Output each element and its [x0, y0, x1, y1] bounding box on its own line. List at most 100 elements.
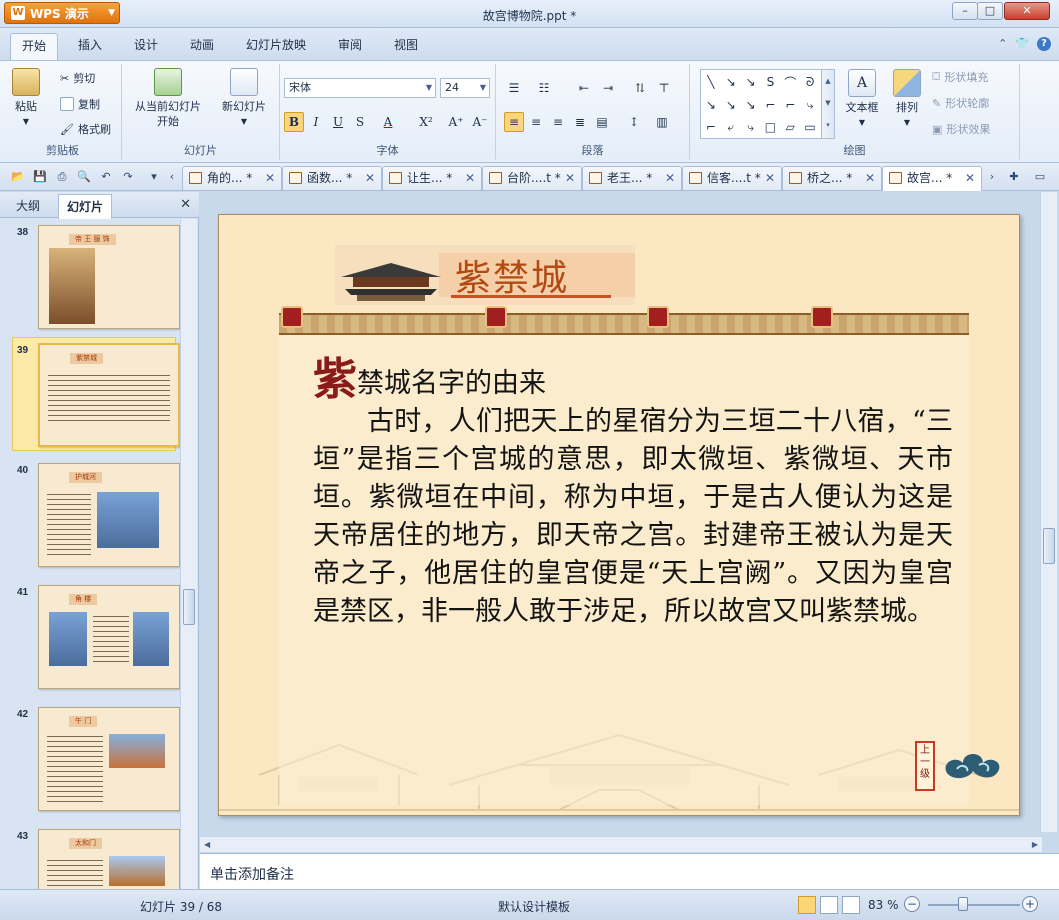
- zoom-slider-track[interactable]: [928, 904, 1020, 906]
- tab-scroll-right-icon[interactable]: ›: [984, 169, 1000, 185]
- format-painter-button[interactable]: 🖌 格式刷: [60, 121, 111, 137]
- minimize-button[interactable]: –: [952, 2, 978, 20]
- skin-icon[interactable]: 👕: [1015, 37, 1029, 51]
- distribute-icon[interactable]: ▤: [592, 112, 612, 132]
- align-text-icon[interactable]: ⊤: [654, 78, 674, 98]
- collapse-ribbon-icon[interactable]: ⌃: [998, 37, 1007, 51]
- shape-double-arrow-icon[interactable]: ↘: [746, 75, 756, 89]
- slideshow-view-icon[interactable]: [842, 896, 860, 914]
- doc-tab[interactable]: 角的... * ✕: [182, 166, 282, 190]
- doc-tab[interactable]: 台阶....t * ✕: [482, 166, 582, 190]
- font-color-button[interactable]: A: [378, 112, 398, 132]
- shape-gallery[interactable]: ╲ ↘ ↘ S ⌒ ᘐ ↘ ↘ ↘ ⌐ ⌐ ⤷ ⌐ ⤶ ⤷ □ ▱ ▭ ▲ ▼ ▾: [700, 69, 835, 139]
- zoom-in-icon[interactable]: +: [1022, 896, 1038, 912]
- tab-slides[interactable]: 幻灯片: [58, 194, 113, 219]
- copy-button[interactable]: 复制: [60, 96, 100, 112]
- tab-home[interactable]: 开始: [10, 33, 59, 60]
- shape-curved-arrow-icon[interactable]: ⤶: [727, 120, 734, 135]
- shape-rectangle-icon[interactable]: □: [765, 120, 776, 134]
- close-icon[interactable]: ✕: [865, 167, 875, 189]
- zoom-out-icon[interactable]: −: [904, 896, 920, 912]
- shape-scribble-icon[interactable]: ᘐ: [806, 75, 814, 90]
- justify-icon[interactable]: ≣: [570, 112, 590, 132]
- doc-tab[interactable]: 让生... * ✕: [382, 166, 482, 190]
- nav-up-button[interactable]: 上一级: [915, 741, 935, 791]
- arrange-button[interactable]: 排列 ▼: [888, 69, 926, 130]
- shape-arrow-icon[interactable]: ↘: [746, 98, 756, 112]
- columns-icon[interactable]: ▥: [652, 112, 672, 132]
- shape-parallelogram-icon[interactable]: ▱: [786, 120, 795, 134]
- grow-font-button[interactable]: A⁺: [446, 112, 466, 132]
- italic-button[interactable]: I: [306, 112, 326, 132]
- tab-review[interactable]: 审阅: [338, 36, 362, 53]
- tab-insert[interactable]: 插入: [78, 36, 102, 53]
- close-icon[interactable]: ✕: [265, 167, 275, 189]
- shape-fill-button[interactable]: ⛋ 形状填充: [932, 69, 988, 85]
- superscript-button[interactable]: X²: [416, 112, 436, 132]
- shadow-button[interactable]: S: [350, 112, 370, 132]
- scrollbar-thumb[interactable]: [1043, 528, 1055, 564]
- close-icon[interactable]: ✕: [565, 167, 575, 189]
- vertical-scrollbar[interactable]: [1040, 192, 1057, 832]
- print-preview-icon[interactable]: 🔍: [76, 169, 92, 185]
- close-icon[interactable]: ✕: [965, 167, 975, 189]
- horizontal-scrollbar[interactable]: ◀ ▶: [200, 836, 1042, 852]
- gallery-scroll[interactable]: ▲ ▼ ▾: [821, 70, 834, 138]
- shape-line-icon[interactable]: ╲: [707, 75, 714, 89]
- bullet-list-icon[interactable]: ☰: [504, 78, 524, 98]
- close-icon[interactable]: ✕: [365, 167, 375, 189]
- close-icon[interactable]: ✕: [765, 167, 775, 189]
- shape-effect-button[interactable]: ▣ 形状效果: [932, 121, 990, 137]
- tab-outline[interactable]: 大纲: [16, 197, 40, 214]
- doc-tab[interactable]: 函数... * ✕: [282, 166, 382, 190]
- shape-elbow-arrow-icon[interactable]: ⤷: [807, 98, 814, 113]
- maximize-button[interactable]: □: [977, 2, 1003, 20]
- new-slide-button[interactable]: 新幻灯片 ▼: [218, 68, 270, 129]
- shrink-font-button[interactable]: A⁻: [470, 112, 490, 132]
- slide-canvas[interactable]: 紫禁城 紫禁城名字的由来 古时，人们把天上的星宿分为三垣二十八宿，“三垣”是指三…: [218, 214, 1020, 816]
- shape-rounded-rect-icon[interactable]: ▭: [804, 120, 815, 134]
- font-size-combo[interactable]: 24 ▼: [440, 78, 490, 98]
- undo-icon[interactable]: ↶: [98, 169, 114, 185]
- tab-view[interactable]: 视图: [394, 36, 418, 53]
- align-center-icon[interactable]: ≡: [526, 112, 546, 132]
- align-left-icon[interactable]: ≡: [504, 112, 524, 132]
- design-template-name[interactable]: 默认设计模板: [498, 898, 570, 915]
- shape-freeform-icon[interactable]: ⌒: [784, 74, 796, 91]
- normal-view-icon[interactable]: [798, 896, 816, 914]
- notes-placeholder[interactable]: 单击添加备注: [210, 864, 294, 884]
- scroll-left-icon[interactable]: ◀: [204, 840, 210, 849]
- close-icon[interactable]: ✕: [465, 167, 475, 189]
- line-spacing-icon[interactable]: ↕: [624, 112, 644, 132]
- tab-animation[interactable]: 动画: [190, 36, 214, 53]
- tab-slideshow[interactable]: 幻灯片放映: [246, 36, 306, 53]
- close-icon[interactable]: ✕: [180, 197, 191, 212]
- numbered-list-icon[interactable]: ☷: [534, 78, 554, 98]
- shape-arrow-icon[interactable]: ↘: [706, 98, 716, 112]
- shape-curve-icon[interactable]: S: [767, 75, 775, 89]
- play-from-current-button[interactable]: 从当前幻灯片 开始: [128, 68, 208, 129]
- shape-curved-arrow-icon[interactable]: ⤷: [747, 120, 754, 135]
- shape-elbow-icon[interactable]: ⌐: [785, 98, 795, 112]
- redo-icon[interactable]: ↷: [120, 169, 136, 185]
- shape-arrow-icon[interactable]: ↘: [726, 75, 736, 89]
- thumbnail-scrollbar[interactable]: [180, 219, 197, 889]
- decrease-indent-icon[interactable]: ⇤: [574, 78, 594, 98]
- scrollbar-thumb[interactable]: [183, 589, 195, 625]
- new-tab-icon[interactable]: ✚: [1006, 169, 1022, 185]
- close-button[interactable]: ✕: [1004, 2, 1050, 20]
- close-icon[interactable]: ✕: [665, 167, 675, 189]
- scroll-right-icon[interactable]: ▶: [1032, 840, 1038, 849]
- help-icon[interactable]: ?: [1037, 37, 1051, 51]
- tab-scroll-left-icon[interactable]: ‹: [164, 169, 180, 185]
- font-name-combo[interactable]: 宋体 ▼: [284, 78, 436, 98]
- slide-title[interactable]: 紫禁城: [455, 249, 569, 301]
- tab-design[interactable]: 设计: [134, 36, 158, 53]
- shape-arrow-icon[interactable]: ↘: [726, 98, 736, 112]
- text-direction-icon[interactable]: ⇅: [630, 78, 650, 98]
- shape-elbow-icon[interactable]: ⌐: [765, 98, 775, 112]
- doc-tab[interactable]: 老王... * ✕: [582, 166, 682, 190]
- bold-button[interactable]: B: [284, 112, 304, 132]
- tab-list-icon[interactable]: ▭: [1032, 169, 1048, 185]
- shape-outline-button[interactable]: ✎ 形状轮廓: [932, 95, 989, 111]
